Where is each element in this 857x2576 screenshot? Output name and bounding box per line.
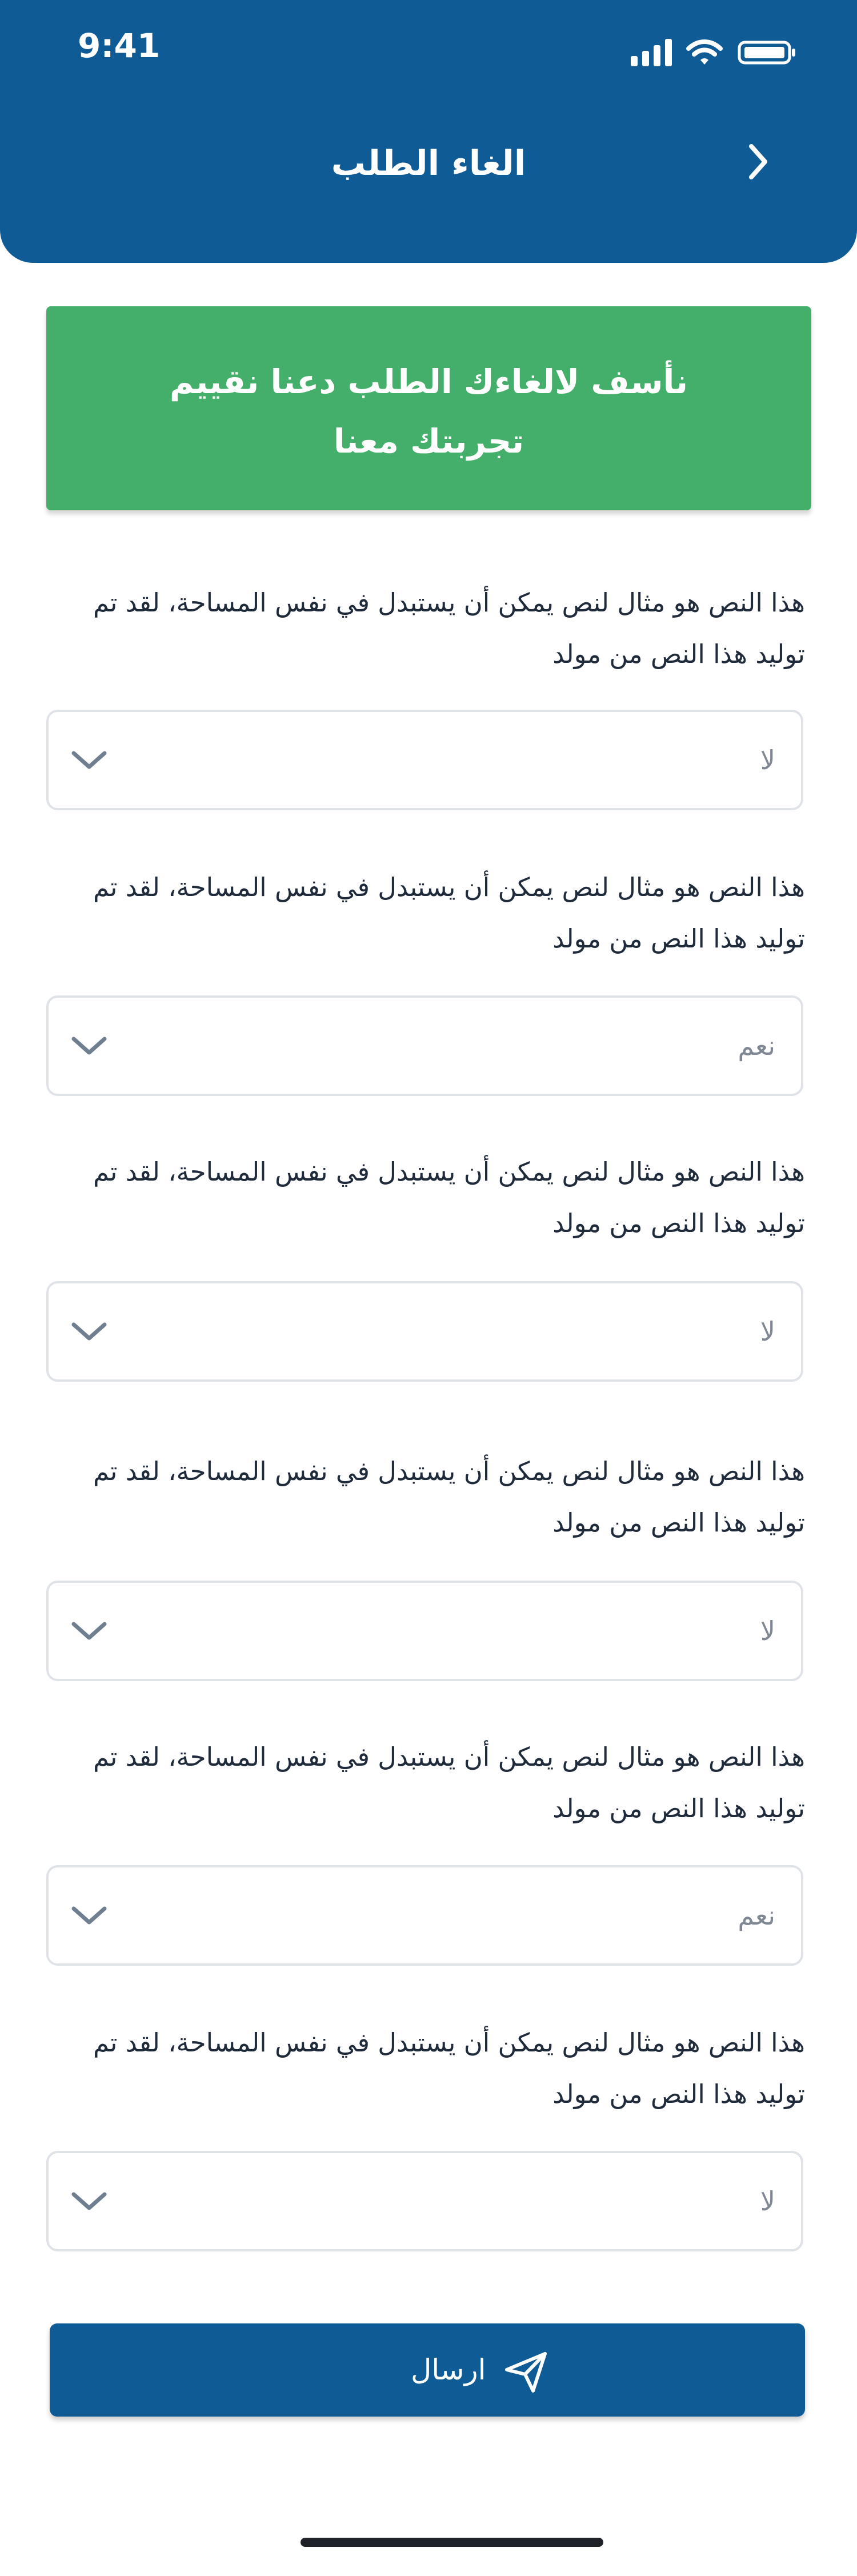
chevron-down-icon	[71, 1322, 107, 1341]
question-3-text: هذا النص هو مثال لنص يمكن أن يستبدل في ن…	[93, 1157, 805, 1238]
question-6-selected-value: لا	[760, 2186, 775, 2217]
home-indicator	[301, 2538, 603, 2547]
question-5-text: هذا النص هو مثال لنص يمكن أن يستبدل في ن…	[93, 1742, 805, 1823]
app-header: 9:41 الغاء الطلب	[0, 0, 857, 263]
cellular-signal-icon	[631, 39, 672, 66]
cancellation-message-banner: نأسف لالغاءك الطلب دعنا نقييم تجربتك معن…	[46, 306, 811, 510]
question-3-select[interactable]: لا	[46, 1281, 803, 1382]
question-1-text: هذا النص هو مثال لنص يمكن أن يستبدل في ن…	[93, 587, 805, 669]
chevron-down-icon	[71, 2192, 107, 2210]
question-5-selected-value: نعم	[738, 1900, 775, 1931]
chevron-down-icon	[71, 1906, 107, 1925]
question-1-selected-value: لا	[760, 745, 775, 775]
banner-message: نأسف لالغاءك الطلب دعنا نقييم تجربتك معن…	[169, 362, 688, 461]
question-4-text: هذا النص هو مثال لنص يمكن أن يستبدل في ن…	[93, 1456, 805, 1538]
chevron-right-icon	[749, 144, 767, 179]
question-5-select[interactable]: نعم	[46, 1865, 803, 1966]
question-2-text: هذا النص هو مثال لنص يمكن أن يستبدل في ن…	[93, 872, 805, 954]
wifi-icon	[686, 39, 723, 65]
question-2-selected-value: نعم	[738, 1030, 775, 1061]
back-button[interactable]	[734, 136, 785, 187]
question-2-select[interactable]: نعم	[46, 995, 803, 1096]
submit-button[interactable]: ارسال	[50, 2323, 805, 2417]
chevron-down-icon	[71, 751, 107, 769]
question-6-select[interactable]: لا	[46, 2151, 803, 2251]
status-time: 9:41	[78, 26, 161, 65]
question-1-select[interactable]: لا	[46, 710, 803, 810]
page-title: الغاء الطلب	[331, 143, 526, 183]
question-4-selected-value: لا	[760, 1615, 775, 1646]
chevron-down-icon	[71, 1622, 107, 1640]
question-6-text: هذا النص هو مثال لنص يمكن أن يستبدل في ن…	[93, 2027, 805, 2109]
question-4-select[interactable]: لا	[46, 1581, 803, 1681]
chevron-down-icon	[71, 1037, 107, 1055]
paper-plane-icon	[505, 2352, 547, 2393]
status-icons	[631, 33, 824, 72]
submit-button-label: ارسال	[411, 2353, 486, 2386]
question-3-selected-value: لا	[760, 1316, 775, 1347]
battery-icon	[738, 41, 795, 65]
